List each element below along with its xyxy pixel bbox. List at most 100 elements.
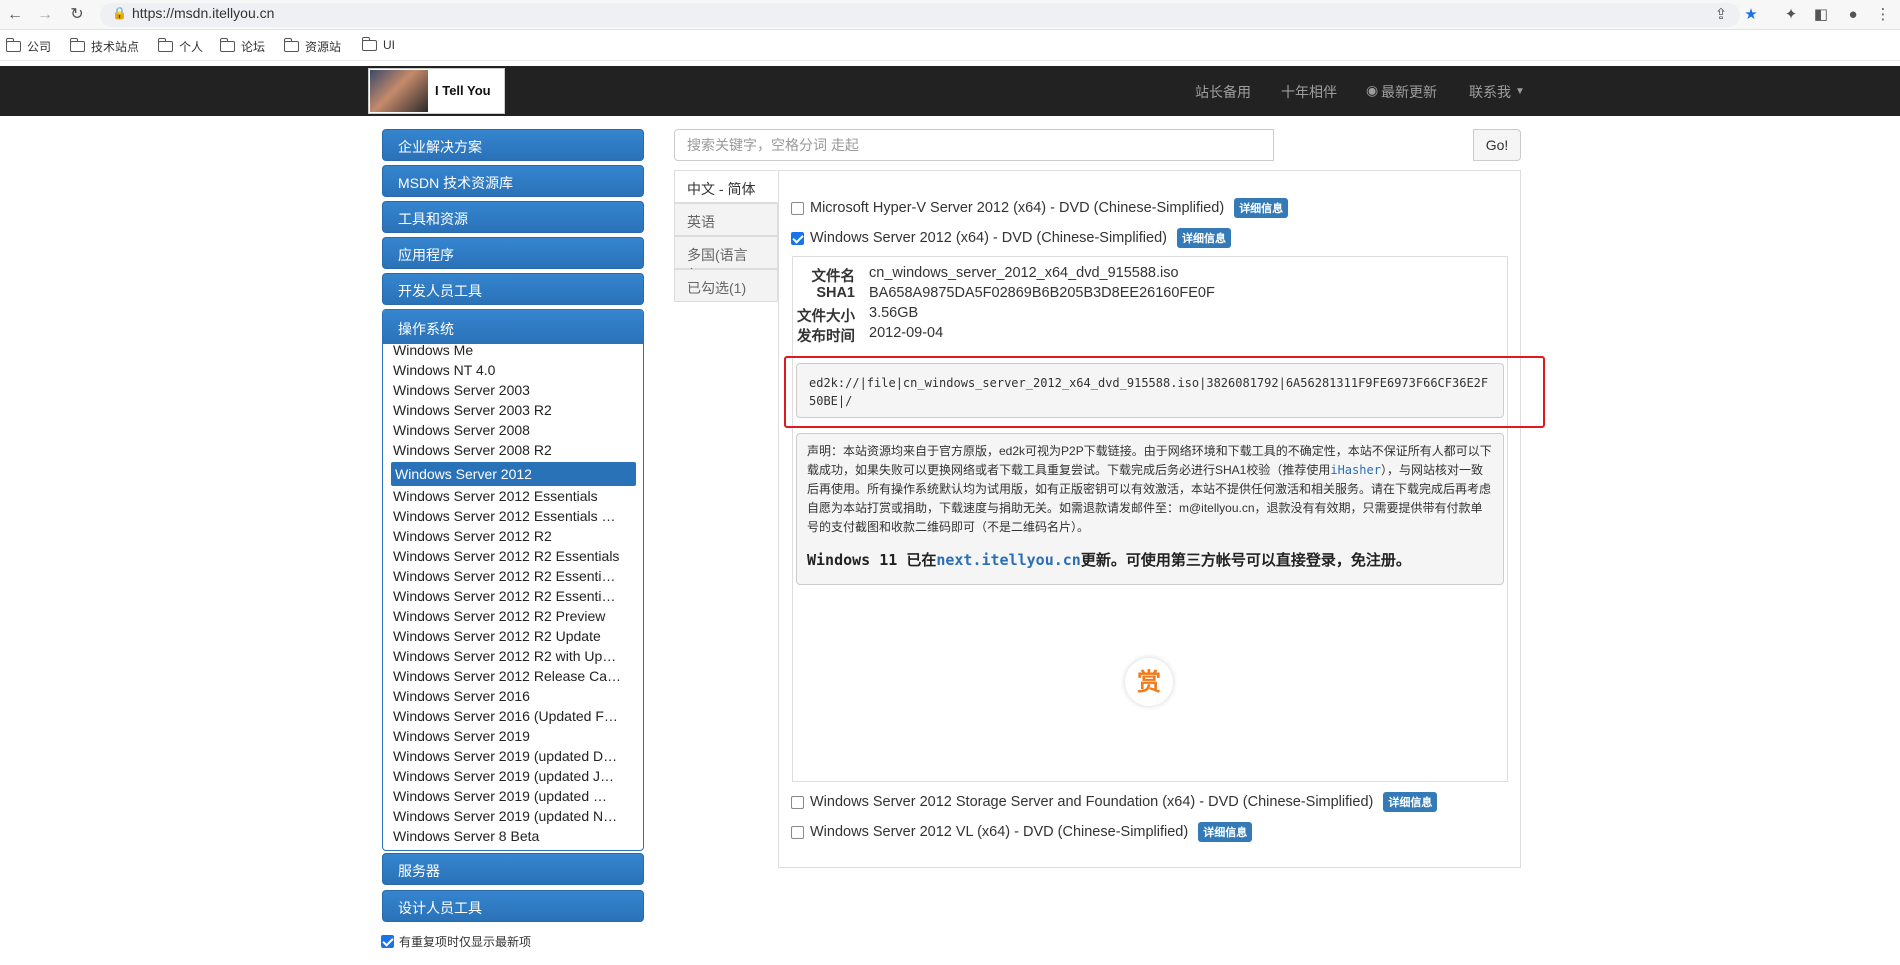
tab-chinese-simplified[interactable]: 中文 - 简体 xyxy=(674,170,778,203)
url-text[interactable]: https://msdn.itellyou.cn xyxy=(132,5,274,21)
forward-icon[interactable]: → xyxy=(34,4,56,26)
os-item[interactable]: Windows Server 2019 (updated J… xyxy=(391,766,636,786)
os-item[interactable]: Windows Server 2016 xyxy=(391,686,636,706)
os-item[interactable]: Windows Server 2012 R2 Essentials xyxy=(391,546,636,566)
dedupe-checkbox-row[interactable]: 有重复项时仅显示最新项 xyxy=(381,933,531,950)
item-checkbox[interactable] xyxy=(791,795,804,809)
nav-link-backup[interactable]: 站长备用 xyxy=(1195,82,1251,102)
os-item[interactable]: Windows Me xyxy=(391,344,636,360)
iso-item[interactable]: Microsoft Hyper-V Server 2012 (x64) - DV… xyxy=(791,198,1289,218)
bookmark-folder[interactable]: 个人 xyxy=(157,38,203,55)
bookmark-folder[interactable]: 技术站点 xyxy=(69,38,139,55)
profile-icon[interactable]: ● xyxy=(1842,4,1864,26)
folder-icon xyxy=(69,38,85,52)
sidebar-designer-tools[interactable]: 设计人员工具 xyxy=(382,890,644,922)
browser-toolbar: ← → ↻ 🔒 https://msdn.itellyou.cn ⇪ ★ ✦ ◧… xyxy=(0,0,1900,30)
sha1-value: BA658A9875DA5F02869B6B205B3D8EE26160FE0F xyxy=(869,285,1215,301)
search-input[interactable] xyxy=(674,129,1274,161)
os-item[interactable]: Windows Server 2012 Essentials … xyxy=(391,506,636,526)
iso-item[interactable]: Windows Server 2012 Storage Server and F… xyxy=(791,792,1438,812)
site-logo[interactable]: I Tell You xyxy=(368,68,505,114)
size-row: 文件大小 3.56GB xyxy=(793,305,918,326)
notice-box: 声明：本站资源均来自于官方原版，ed2k可视为P2P下载链接。由于网络环境和下载… xyxy=(796,433,1504,585)
os-item[interactable]: Windows Server 2008 xyxy=(391,420,636,440)
nav-link-latest[interactable]: 最新更新 xyxy=(1381,82,1437,102)
sha1-label: SHA1 xyxy=(816,285,855,301)
os-item[interactable]: Windows Server 2012 R2 with Up… xyxy=(391,646,636,666)
folder-icon xyxy=(283,38,299,52)
item-checkbox[interactable] xyxy=(791,825,804,839)
date-row: 发布时间 2012-09-04 xyxy=(793,325,943,346)
details-badge[interactable]: 详细信息 xyxy=(1198,822,1253,842)
nav-link-contact[interactable]: 联系我 xyxy=(1469,82,1511,102)
tab-selected[interactable]: 已勾选(1) xyxy=(674,269,778,302)
os-item[interactable]: Windows Server 2019 xyxy=(391,726,636,746)
tab-multilang[interactable]: 多国(语言包) xyxy=(674,236,778,283)
details-badge[interactable]: 详细信息 xyxy=(1176,228,1231,248)
os-panel-title[interactable]: 操作系统 xyxy=(383,310,643,344)
site-header xyxy=(0,66,1900,116)
size-label: 文件大小 xyxy=(797,309,855,325)
notice-text: 声明：本站资源均来自于官方原版，ed2k可视为P2P下载链接。由于网络环境和下载… xyxy=(807,444,1492,534)
bookmark-folder[interactable]: UI xyxy=(361,36,395,52)
details-badge[interactable]: 详细信息 xyxy=(1234,198,1289,218)
bookmark-folder[interactable]: 资源站 xyxy=(283,38,341,55)
bookmark-folder[interactable]: 公司 xyxy=(5,38,51,55)
sidepanel-icon[interactable]: ◧ xyxy=(1810,4,1832,26)
sidebar-msdn[interactable]: MSDN 技术资源库 xyxy=(382,165,644,197)
os-list[interactable]: Windows Me Windows NT 4.0 Windows Server 2… xyxy=(383,344,643,850)
reward-button[interactable]: 赏 xyxy=(1125,658,1173,706)
sidebar-dev-tools[interactable]: 开发人员工具 xyxy=(382,273,644,305)
ihasher-link[interactable]: iHasher xyxy=(1330,463,1381,477)
bookmark-star-icon[interactable]: ★ xyxy=(1740,4,1762,26)
os-item[interactable]: Windows Server 2003 xyxy=(391,380,636,400)
os-item[interactable]: Windows Server 2012 R2 Essenti… xyxy=(391,586,636,606)
share-icon[interactable]: ⇪ xyxy=(1710,4,1732,26)
os-item[interactable]: Windows Server 8 Beta xyxy=(391,826,636,846)
os-item[interactable]: Windows Server 2012 Essentials xyxy=(391,486,636,506)
nav-link-decade[interactable]: 十年相伴 xyxy=(1281,82,1337,102)
os-item[interactable]: Windows Server 2016 (Updated F… xyxy=(391,706,636,726)
iso-item[interactable]: Windows Server 2012 (x64) - DVD (Chinese… xyxy=(791,228,1231,248)
sidebar-server[interactable]: 服务器 xyxy=(382,853,644,885)
dedupe-checkbox[interactable] xyxy=(381,935,394,948)
os-item[interactable]: Windows Server 2012 R2 Preview xyxy=(391,606,636,626)
os-item[interactable]: Windows Server 2012 R2 Essenti… xyxy=(391,566,636,586)
search-go-button[interactable]: Go! xyxy=(1473,129,1521,161)
os-item[interactable]: Windows Server 2012 R2 Update xyxy=(391,626,636,646)
os-item-active[interactable]: Windows Server 2012 xyxy=(391,462,636,486)
filename-value: cn_windows_server_2012_x64_dvd_915588.is… xyxy=(869,265,1179,281)
os-item[interactable]: Windows Server 2019 (updated … xyxy=(391,786,636,806)
details-badge[interactable]: 详细信息 xyxy=(1383,792,1438,812)
highlight-frame xyxy=(784,356,1545,428)
bookmark-folder[interactable]: 论坛 xyxy=(219,38,265,55)
item-checkbox[interactable] xyxy=(791,231,804,245)
os-item[interactable]: Windows Server 2012 Release Ca… xyxy=(391,666,636,686)
tab-english[interactable]: 英语 xyxy=(674,203,778,236)
os-item[interactable]: Windows Server 2003 R2 xyxy=(391,400,636,420)
os-item[interactable]: Windows Server 2019 (updated D… xyxy=(391,746,636,766)
os-item[interactable]: Windows NT 4.0 xyxy=(391,360,636,380)
os-panel: 操作系统 Windows Me Windows NT 4.0 Windows Ser… xyxy=(382,309,644,851)
os-item[interactable]: Windows Server 2012 R2 xyxy=(391,526,636,546)
extensions-icon[interactable]: ✦ xyxy=(1780,4,1802,26)
back-icon[interactable]: ← xyxy=(4,4,26,26)
iso-item[interactable]: Windows Server 2012 VL (x64) - DVD (Chin… xyxy=(791,822,1253,842)
folder-icon xyxy=(361,36,377,51)
caret-down-icon: ▼ xyxy=(1515,86,1525,97)
item-checkbox[interactable] xyxy=(791,201,804,215)
next-itellyou-link[interactable]: next.itellyou.cn xyxy=(936,551,1081,569)
os-item[interactable]: Windows Server 2008 R2 xyxy=(391,440,636,460)
rss-icon: ◉ xyxy=(1366,82,1379,98)
reload-icon[interactable]: ↻ xyxy=(66,4,88,26)
address-bar[interactable] xyxy=(100,3,1740,27)
sidebar-enterprise[interactable]: 企业解决方案 xyxy=(382,129,644,161)
filename-label: 文件名 xyxy=(811,269,856,285)
lock-icon[interactable]: 🔒 xyxy=(112,6,127,20)
sidebar-tools[interactable]: 工具和资源 xyxy=(382,201,644,233)
os-item[interactable]: Windows Server 2019 (updated N… xyxy=(391,806,636,826)
filename-row: 文件名 cn_windows_server_2012_x64_dvd_91558… xyxy=(793,265,1179,286)
menu-icon[interactable]: ⋮ xyxy=(1872,4,1894,26)
date-label: 发布时间 xyxy=(797,329,855,345)
sidebar-apps[interactable]: 应用程序 xyxy=(382,237,644,269)
